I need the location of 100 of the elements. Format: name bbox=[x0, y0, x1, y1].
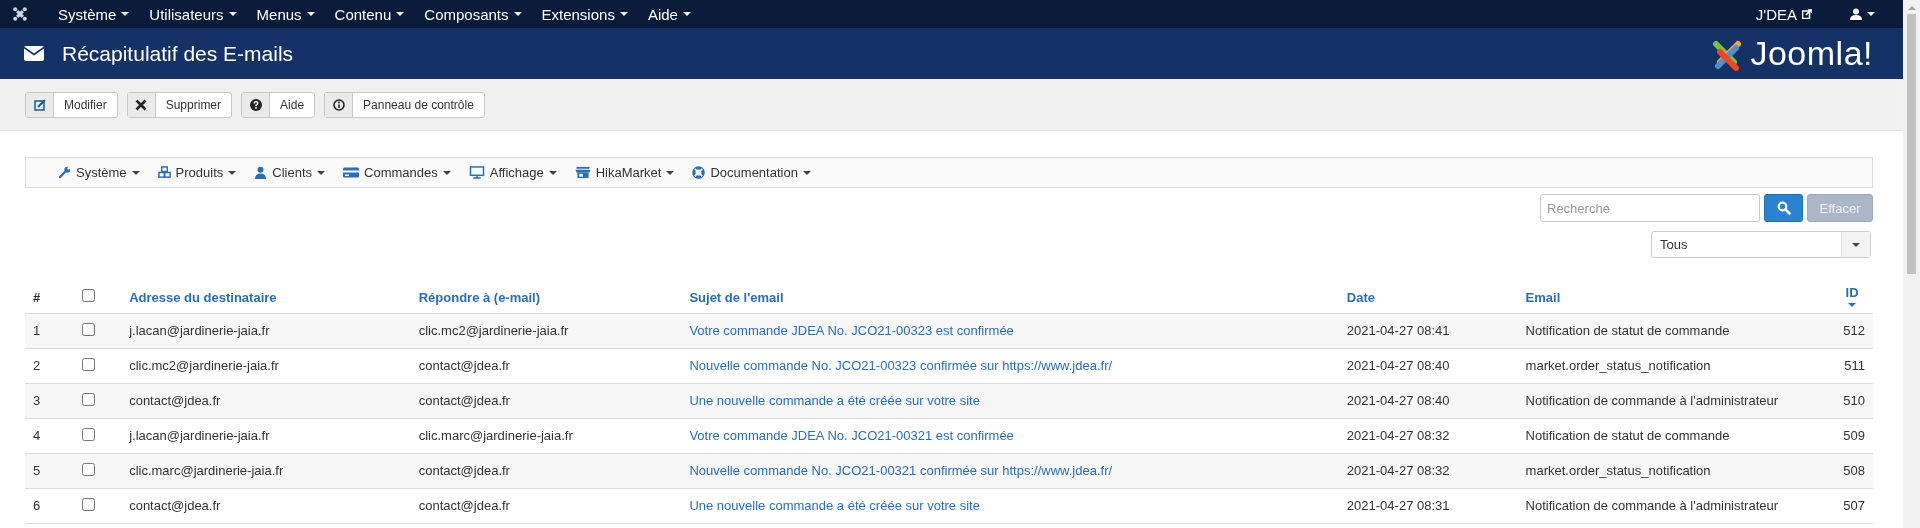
scrollbar-thumb[interactable] bbox=[1907, 14, 1916, 274]
caret-icon bbox=[1852, 242, 1860, 247]
table-cell: 2021-04-27 08:40 bbox=[1346, 358, 1450, 373]
info-icon bbox=[332, 98, 345, 111]
top-menu-item[interactable]: Composants bbox=[424, 5, 522, 23]
submenu-item[interactable]: Produits bbox=[157, 165, 237, 180]
row-checkbox[interactable] bbox=[82, 392, 96, 406]
top-menu-item[interactable]: Contenu bbox=[334, 5, 405, 23]
table-cell: 509 bbox=[1843, 428, 1865, 443]
toolbar-button[interactable]: Panneau de contrôle bbox=[324, 91, 485, 118]
subject-link[interactable]: Votre commande JDEA No. JCO21-00321 est confirmée bbox=[689, 428, 1014, 443]
caret-icon bbox=[131, 170, 140, 175]
table-cell: 2 bbox=[33, 358, 41, 373]
user-icon bbox=[254, 166, 268, 179]
caret-icon bbox=[228, 12, 237, 16]
table-cell: contact@jdea.fr bbox=[418, 498, 510, 513]
submenu-label: Produits bbox=[175, 165, 224, 180]
monitor-icon bbox=[468, 166, 485, 179]
search-field[interactable]: Recherche bbox=[1540, 194, 1760, 222]
caret-icon bbox=[682, 12, 691, 16]
table-cell: Notification de commande à l'administrateur bbox=[1525, 498, 1779, 513]
column-header: # bbox=[25, 266, 75, 313]
row-checkbox[interactable] bbox=[82, 357, 96, 371]
table-cell: 2021-04-27 08:31 bbox=[1346, 498, 1450, 513]
top-menu-item[interactable]: Utilisateurs bbox=[149, 5, 237, 23]
row-checkbox[interactable] bbox=[82, 462, 96, 476]
table-cell: Notification de commande à l'administrateur bbox=[1525, 393, 1779, 408]
subject-link[interactable]: Nouvelle commande No. JCO21-00323 confirmée sur https://www.jdea.fr/ bbox=[689, 358, 1113, 373]
submenu-item[interactable]: Affichage bbox=[468, 165, 557, 180]
table-cell: contact@jdea.fr bbox=[129, 498, 221, 513]
table-cell: 507 bbox=[1843, 498, 1865, 513]
toolbar-button[interactable]: Supprimer bbox=[126, 91, 233, 118]
row-checkbox[interactable] bbox=[82, 322, 96, 336]
toolbar-button[interactable]: Modifier bbox=[25, 91, 118, 118]
column-header[interactable]: ID bbox=[1839, 284, 1865, 300]
row-checkbox[interactable] bbox=[82, 427, 96, 441]
filter-dropdown[interactable]: Tous bbox=[1651, 231, 1871, 258]
table-cell: 2021-04-27 08:41 bbox=[1346, 323, 1450, 338]
scroll-up-icon bbox=[1907, 6, 1916, 10]
table-cell: clic.mc2@jardinerie-jaia.fr bbox=[129, 358, 279, 373]
top-menu-item[interactable]: Système bbox=[58, 5, 130, 23]
close-icon bbox=[135, 98, 148, 111]
submenu-label: Documentation bbox=[710, 165, 798, 180]
help-icon bbox=[249, 98, 262, 111]
lifebuoy-icon bbox=[692, 166, 706, 179]
table-cell: 3 bbox=[33, 393, 41, 408]
column-header[interactable]: Email bbox=[1525, 289, 1561, 305]
submenu-label: HikaMarket bbox=[595, 165, 662, 180]
caret-icon bbox=[228, 170, 237, 175]
sort-caret-icon bbox=[1848, 302, 1857, 307]
column-header[interactable]: Sujet de l'email bbox=[689, 289, 784, 305]
store-icon bbox=[574, 166, 591, 179]
table-cell: 5 bbox=[33, 463, 41, 478]
table-cell: market.order_status_notification bbox=[1525, 463, 1711, 478]
submenu-item[interactable]: Clients bbox=[254, 165, 326, 180]
submenu-label: Affichage bbox=[489, 165, 544, 180]
top-menu-item[interactable]: Extensions bbox=[541, 5, 628, 23]
table-cell: Notification de statut de commande bbox=[1525, 428, 1730, 443]
table-cell: 2021-04-27 08:32 bbox=[1346, 428, 1450, 443]
table-cell: 1 bbox=[33, 323, 41, 338]
credit-card-icon bbox=[343, 166, 360, 179]
wrench-icon bbox=[58, 166, 71, 179]
table-cell: Notification de statut de commande bbox=[1525, 323, 1730, 338]
top-menu-item[interactable]: Aide bbox=[647, 5, 691, 23]
caret-icon bbox=[306, 12, 315, 16]
caret-icon bbox=[802, 170, 811, 175]
submenu-item[interactable]: Documentation bbox=[692, 165, 811, 180]
table-cell: contact@jdea.fr bbox=[129, 393, 221, 408]
user-icon bbox=[1850, 8, 1862, 20]
row-checkbox[interactable] bbox=[82, 497, 96, 511]
caret-icon bbox=[1867, 12, 1875, 16]
site-link[interactable]: J'DEA bbox=[1755, 5, 1812, 23]
scrollbar[interactable] bbox=[1903, 0, 1920, 528]
table-cell: j.lacan@jardinerie-jaia.fr bbox=[129, 323, 270, 338]
subject-link[interactable]: Une nouvelle commande a été créée sur votre site bbox=[689, 498, 980, 513]
search-icon bbox=[1776, 201, 1791, 215]
table-cell: 508 bbox=[1843, 463, 1865, 478]
caret-icon bbox=[317, 170, 326, 175]
table-cell: market.order_status_notification bbox=[1525, 358, 1711, 373]
caret-icon bbox=[666, 170, 675, 175]
submenu-label: Clients bbox=[272, 165, 313, 180]
caret-icon bbox=[513, 12, 522, 16]
select-all-checkbox[interactable] bbox=[82, 288, 96, 302]
table-cell: contact@jdea.fr bbox=[418, 358, 510, 373]
column-header[interactable]: Date bbox=[1346, 289, 1376, 305]
top-menu-item[interactable]: Menus bbox=[256, 5, 315, 23]
search-button[interactable] bbox=[1764, 194, 1803, 222]
toolbar-button[interactable]: Aide bbox=[241, 91, 316, 118]
submenu-item[interactable]: Système bbox=[58, 165, 140, 180]
caret-icon bbox=[442, 170, 451, 175]
user-menu[interactable] bbox=[1850, 8, 1875, 20]
column-header[interactable]: Adresse du destinataire bbox=[129, 289, 277, 305]
submenu-item[interactable]: HikaMarket bbox=[574, 165, 675, 180]
submenu-item[interactable]: Commandes bbox=[343, 165, 451, 180]
joomla-logo-icon[interactable] bbox=[12, 6, 28, 22]
page-title: Récapitulatif des E-mails bbox=[62, 41, 294, 66]
envelope-icon bbox=[24, 46, 44, 61]
column-header[interactable]: Répondre à (e-mail) bbox=[418, 289, 541, 305]
subject-link[interactable]: Une nouvelle commande a été créée sur votre site bbox=[689, 393, 980, 408]
logo-text: Joomla! bbox=[1750, 34, 1873, 73]
